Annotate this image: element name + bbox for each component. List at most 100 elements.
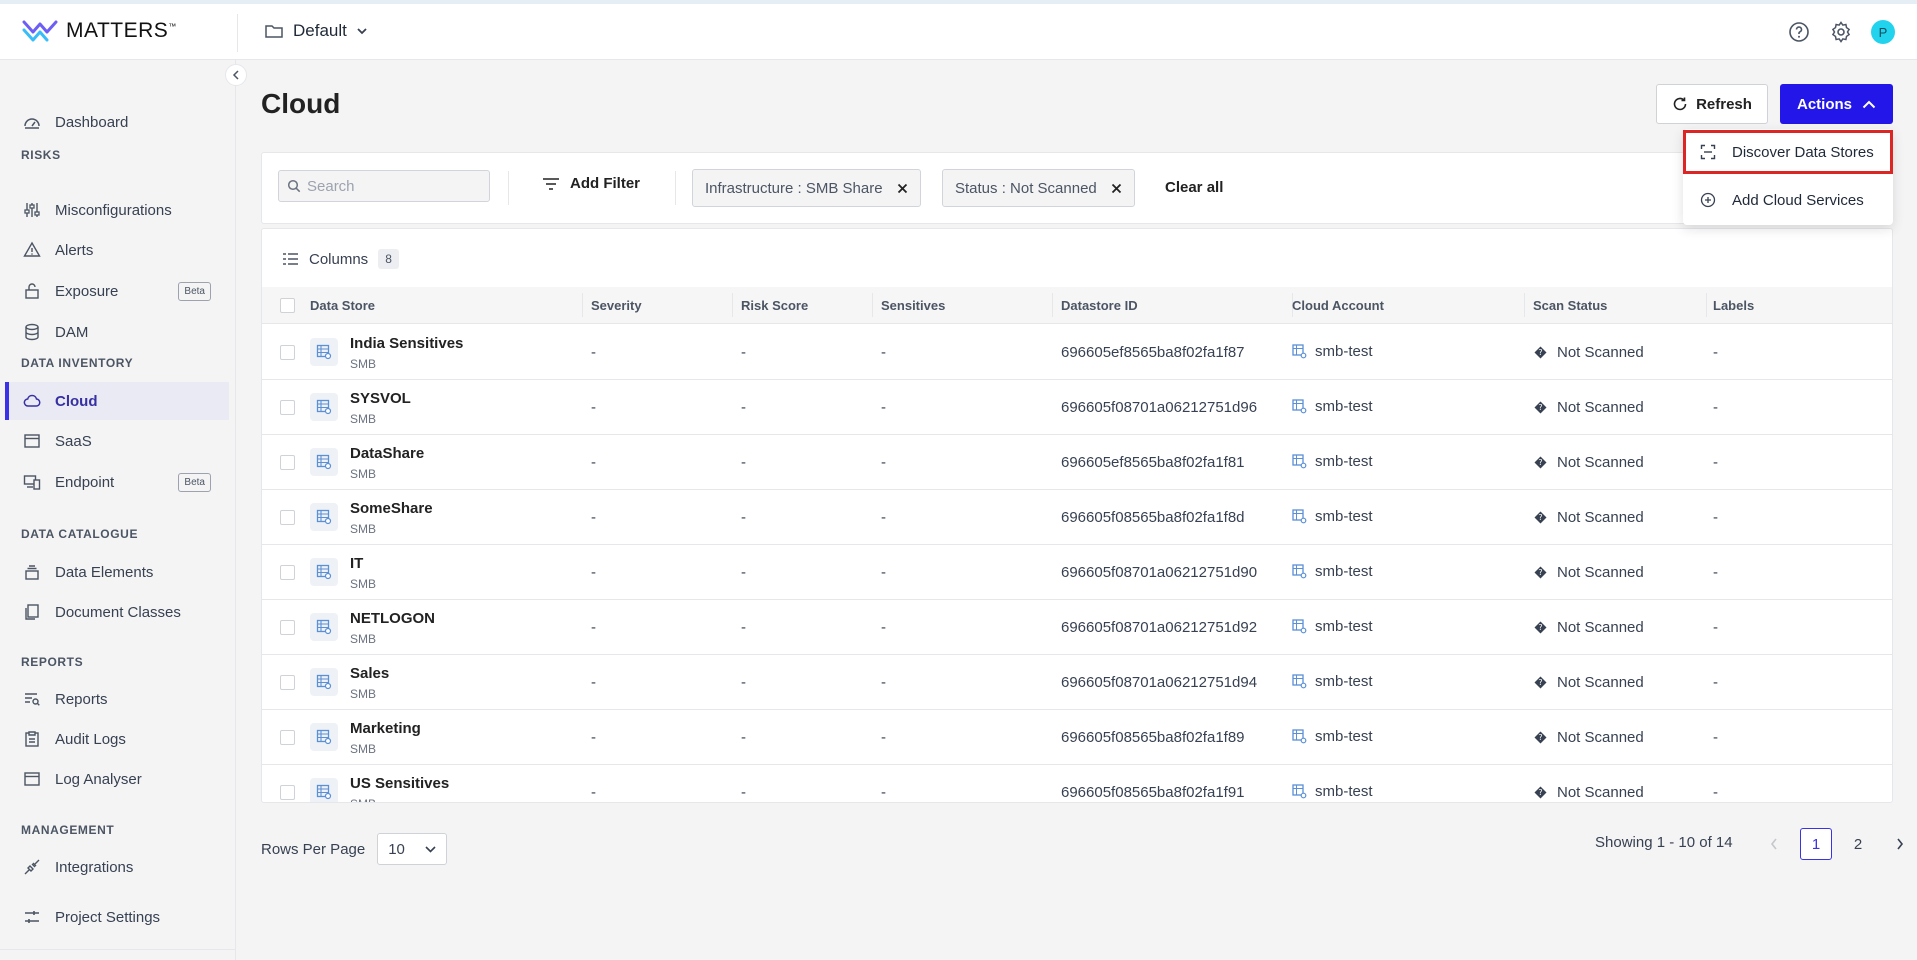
search-input[interactable] xyxy=(307,177,487,195)
actions-button[interactable]: Actions xyxy=(1780,84,1893,124)
sidebar-item-cloud[interactable]: Cloud xyxy=(5,382,229,420)
add-filter-button[interactable]: Add Filter xyxy=(542,175,640,192)
table-row[interactable]: Marketing SMB - - - 696605f08565ba8f02fa1f89 s… xyxy=(262,710,1892,765)
sidebar-item-exposure[interactable]: Exposure Beta xyxy=(5,272,229,310)
severity-cell: - xyxy=(591,344,596,361)
sidebar-item-log-analyser[interactable]: Log Analyser xyxy=(5,760,229,798)
row-checkbox[interactable] xyxy=(280,565,295,580)
datastore-name[interactable]: DataShare xyxy=(350,445,424,462)
table-row[interactable]: SYSVOL SMB - - - 696605f08701a06212751d96 smb-… xyxy=(262,380,1892,435)
table-row[interactable]: Sales SMB - - - 696605f08701a06212751d94 smb-t… xyxy=(262,655,1892,710)
column-header-severity[interactable]: Severity xyxy=(591,298,642,313)
logo[interactable]: MATTERS™ xyxy=(22,18,177,44)
topbar-divider xyxy=(237,14,238,52)
column-header-risk-score[interactable]: Risk Score xyxy=(741,298,808,313)
menu-item-discover-data-stores[interactable]: Discover Data Stores xyxy=(1683,130,1893,174)
sidebar-item-reports[interactable]: Reports xyxy=(5,680,229,718)
clear-all-button[interactable]: Clear all xyxy=(1165,179,1223,196)
row-checkbox[interactable] xyxy=(280,620,295,635)
datastore-name[interactable]: India Sensitives xyxy=(350,335,463,352)
row-checkbox[interactable] xyxy=(280,455,295,470)
avatar[interactable]: P xyxy=(1871,20,1895,44)
svg-text:?: ? xyxy=(1538,623,1542,632)
sidebar-item-misconfigurations[interactable]: Misconfigurations xyxy=(5,191,229,229)
filter-chip-status[interactable]: Status : Not Scanned xyxy=(942,169,1135,207)
sidebar-item-data-elements[interactable]: Data Elements xyxy=(5,553,229,591)
sidebar-item-label: Integrations xyxy=(55,858,134,876)
column-header-labels[interactable]: Labels xyxy=(1713,298,1754,313)
page-1-button[interactable]: 1 xyxy=(1800,828,1832,860)
column-header-cloud-account[interactable]: Cloud Account xyxy=(1292,298,1384,313)
sidebar-item-audit-logs[interactable]: Audit Logs xyxy=(5,720,229,758)
row-checkbox[interactable] xyxy=(280,345,295,360)
column-header-datastore-id[interactable]: Datastore ID xyxy=(1061,298,1138,313)
sidebar-item-document-classes[interactable]: Document Classes xyxy=(5,593,229,631)
menu-item-add-cloud-services[interactable]: Add Cloud Services xyxy=(1683,179,1893,221)
sensitives-cell: - xyxy=(881,454,886,471)
column-header-data-store[interactable]: Data Store xyxy=(310,298,375,313)
page-2-button[interactable]: 2 xyxy=(1842,828,1874,860)
datastore-name[interactable]: SYSVOL xyxy=(350,390,411,407)
close-icon[interactable] xyxy=(1111,183,1122,194)
columns-toggle[interactable]: Columns 8 xyxy=(282,249,399,269)
previous-page-button[interactable] xyxy=(1758,828,1790,860)
sidebar-collapse-button[interactable] xyxy=(225,64,247,86)
datastore-name[interactable]: NETLOGON xyxy=(350,610,435,627)
datastore-name[interactable]: US Sensitives xyxy=(350,775,449,792)
filter-chip-infrastructure[interactable]: Infrastructure : SMB Share xyxy=(692,169,921,207)
select-all-checkbox[interactable] xyxy=(280,298,295,313)
datastore-type: SMB xyxy=(350,632,377,646)
table-row[interactable]: NETLOGON SMB - - - 696605f08701a06212751d92 sm… xyxy=(262,600,1892,655)
cloud-account-cell: smb-test xyxy=(1292,398,1373,415)
sidebar-item-saas[interactable]: SaaS xyxy=(5,422,229,460)
rows-per-page-select[interactable]: 10 xyxy=(377,833,448,865)
datastore-icon xyxy=(316,784,332,800)
close-icon[interactable] xyxy=(897,183,908,194)
scan-status-text: Not Scanned xyxy=(1557,454,1644,471)
cloud-account-icon xyxy=(1292,784,1307,799)
column-header-scan-status[interactable]: Scan Status xyxy=(1533,298,1607,313)
column-header-sensitives[interactable]: Sensitives xyxy=(881,298,945,313)
sidebar-item-project-settings[interactable]: Project Settings xyxy=(5,898,229,936)
filter-icon xyxy=(543,177,559,190)
pagination: 1 2 xyxy=(1758,828,1916,860)
scan-status-text: Not Scanned xyxy=(1557,399,1644,416)
table-row[interactable]: India Sensitives SMB - - - 696605ef8565ba8f02… xyxy=(262,325,1892,380)
sidebar-item-dashboard[interactable]: Dashboard xyxy=(5,103,229,141)
sidebar-item-endpoint[interactable]: Endpoint Beta xyxy=(5,463,229,501)
datastore-id-cell: 696605f08701a06212751d94 xyxy=(1061,674,1258,691)
help-icon[interactable] xyxy=(1787,20,1811,44)
table-row[interactable]: SomeShare SMB - - - 696605f08565ba8f02fa1f8d s… xyxy=(262,490,1892,545)
beta-badge: Beta xyxy=(178,281,211,301)
column-separator xyxy=(872,293,873,317)
row-checkbox[interactable] xyxy=(280,785,295,800)
svg-text:?: ? xyxy=(1538,733,1542,742)
datastore-id-cell: 696605f08701a06212751d92 xyxy=(1061,619,1258,636)
table-row[interactable]: US Sensitives SMB - - - 696605f08565ba8f02fa1… xyxy=(262,765,1892,802)
risk-score-cell: - xyxy=(741,399,746,416)
sidebar-item-alerts[interactable]: Alerts xyxy=(5,231,229,269)
row-checkbox[interactable] xyxy=(280,675,295,690)
gear-icon[interactable] xyxy=(1829,20,1853,44)
table-row[interactable]: DataShare SMB - - - 696605ef8565ba8f02fa1f81 s… xyxy=(262,435,1892,490)
project-selector[interactable]: Default xyxy=(265,21,367,41)
row-checkbox[interactable] xyxy=(280,510,295,525)
datastore-name[interactable]: Marketing xyxy=(350,720,421,737)
table-row[interactable]: IT SMB - - - 696605f08701a06212751d90 smb-test… xyxy=(262,545,1892,600)
refresh-button[interactable]: Refresh xyxy=(1656,84,1768,124)
datastore-name[interactable]: SomeShare xyxy=(350,500,433,517)
risk-score-cell: - xyxy=(741,344,746,361)
clipboard-icon xyxy=(25,731,39,747)
next-page-button[interactable] xyxy=(1884,828,1916,860)
search-box[interactable] xyxy=(278,170,490,202)
row-checkbox[interactable] xyxy=(280,400,295,415)
row-checkbox[interactable] xyxy=(280,730,295,745)
sidebar-item-label: Dashboard xyxy=(55,113,129,131)
datastore-name[interactable]: IT xyxy=(350,555,363,572)
datastore-id-cell: 696605ef8565ba8f02fa1f87 xyxy=(1061,344,1245,361)
scan-status-cell: ? Not Scanned xyxy=(1534,564,1644,581)
datastore-icon xyxy=(316,509,332,525)
datastore-name[interactable]: Sales xyxy=(350,665,389,682)
sidebar-item-dam[interactable]: DAM xyxy=(5,313,229,351)
sidebar-item-integrations[interactable]: Integrations xyxy=(5,848,229,886)
